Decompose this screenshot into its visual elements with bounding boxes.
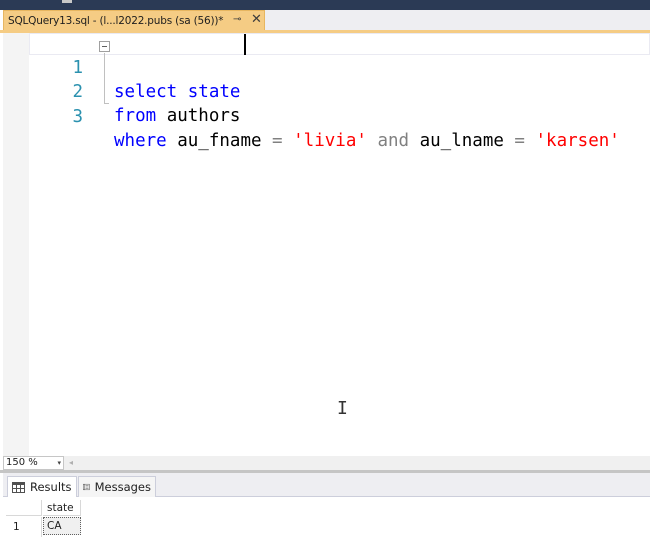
code-text[interactable]: from authors xyxy=(114,104,240,128)
grid-corner[interactable] xyxy=(6,500,42,516)
code-token: and xyxy=(377,131,410,151)
code-line-3[interactable]: 3 where au_fname = 'livia' and au_lname … xyxy=(3,81,650,151)
document-tab[interactable]: SQLQuery13.sql - (l...l2022.pubs (sa (56… xyxy=(3,10,265,30)
tab-messages-label: Messages xyxy=(94,480,151,494)
tab-results-label: Results xyxy=(30,480,72,494)
grid-icon xyxy=(12,481,25,493)
code-token: where xyxy=(114,131,167,151)
ibeam-cursor-icon: I xyxy=(337,398,348,419)
tab-messages[interactable]: Messages xyxy=(78,476,156,497)
pin-icon[interactable]: ⊸ xyxy=(233,14,241,25)
outline-guide xyxy=(104,53,105,103)
text-caret xyxy=(244,34,246,55)
code-token: = xyxy=(272,131,283,151)
scroll-left-icon[interactable]: ◂ xyxy=(69,458,73,467)
window-frame-top xyxy=(0,0,650,10)
chevron-down-icon: ▾ xyxy=(57,459,61,467)
zoom-select[interactable]: 150 % ▾ xyxy=(3,456,64,470)
code-token: authors xyxy=(156,106,241,126)
document-tab-title: SQLQuery13.sql - (l...l2022.pubs (sa (56… xyxy=(8,14,224,27)
zoom-value: 150 % xyxy=(6,457,38,468)
tab-results[interactable]: Results xyxy=(7,476,77,497)
frame-tab-nub xyxy=(62,0,72,3)
close-icon[interactable]: ✕ xyxy=(251,12,262,27)
outline-guide-end xyxy=(104,103,109,104)
results-grid[interactable]: state 1 CA xyxy=(3,497,650,542)
query-editor[interactable]: 1 select state 2 from authors 3 where au… xyxy=(3,33,650,456)
editor-status-bar: 150 % ▾ ◂ xyxy=(3,456,650,470)
code-token: = xyxy=(514,131,525,151)
grid-cell[interactable]: CA xyxy=(43,517,81,535)
code-token: from xyxy=(114,106,157,126)
code-token: 'karsen' xyxy=(535,131,620,151)
code-line-2[interactable]: 2 from authors xyxy=(3,56,650,126)
line-number: 3 xyxy=(72,107,83,127)
tab-strip xyxy=(265,10,650,30)
code-token: au_fname xyxy=(166,131,273,151)
column-header[interactable]: state xyxy=(43,500,81,516)
code-text[interactable]: where au_fname = 'livia' and au_lname = … xyxy=(114,129,620,153)
results-tab-strip: Results Messages xyxy=(3,473,650,497)
row-header[interactable]: 1 xyxy=(6,517,42,537)
code-token: 'livia' xyxy=(293,131,367,151)
code-token: au_lname xyxy=(409,131,515,151)
messages-icon xyxy=(83,483,90,491)
collapse-minus-icon[interactable] xyxy=(99,41,110,52)
